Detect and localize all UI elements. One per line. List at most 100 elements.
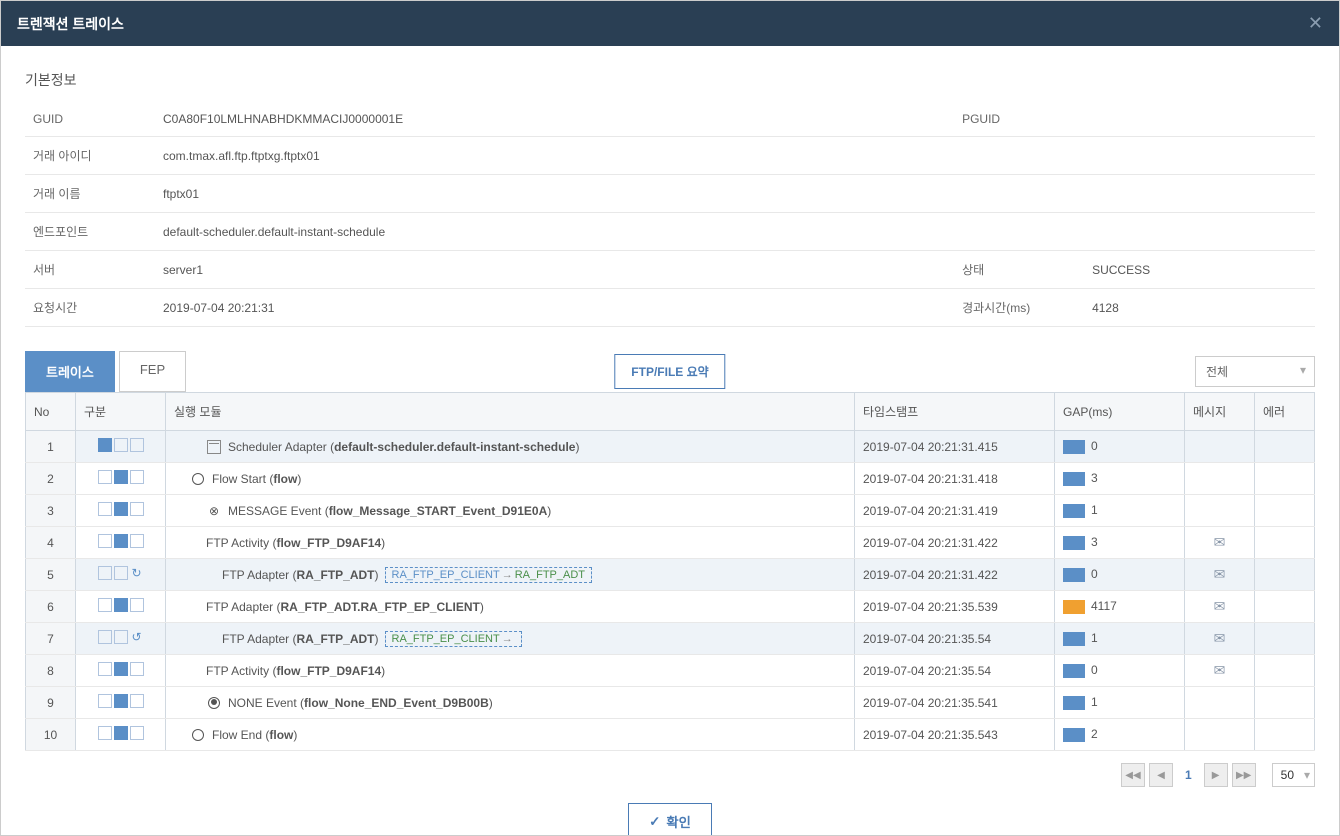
module-link[interactable]: flow: [269, 728, 293, 742]
col-error[interactable]: 에러: [1255, 393, 1315, 431]
box-icon: [114, 630, 128, 644]
row-err: [1255, 431, 1315, 463]
page-next-button[interactable]: ▶: [1204, 763, 1228, 787]
tabs: 트레이스 FEP: [25, 351, 186, 392]
box-icon: [130, 598, 144, 612]
module-link[interactable]: flow_None_END_Event_D9B00B: [304, 696, 489, 710]
flow-icon: [114, 534, 128, 548]
modal-header: 트렌잭션 트레이스 ✕: [1, 1, 1339, 46]
row-timestamp: 2019-07-04 20:21:31.415: [855, 431, 1055, 463]
module-link[interactable]: flow_FTP_D9AF14: [276, 664, 381, 678]
row-msg[interactable]: ✉: [1185, 655, 1255, 687]
row-msg[interactable]: ✉: [1185, 559, 1255, 591]
row-timestamp: 2019-07-04 20:21:35.543: [855, 719, 1055, 751]
arrow-out-icon: ↻: [130, 566, 144, 580]
gap-bar-icon: [1063, 504, 1085, 518]
col-timestamp[interactable]: 타임스탬프: [855, 393, 1055, 431]
box-icon: [130, 726, 144, 740]
row-module: FTP Activity ( flow_FTP_D9AF14 ): [166, 527, 855, 559]
module-link[interactable]: RA_FTP_ADT.RA_FTP_EP_CLIENT: [280, 600, 479, 614]
module-link[interactable]: flow_FTP_D9AF14: [276, 536, 381, 550]
row-msg[interactable]: ✉: [1185, 623, 1255, 655]
txname-value: ftptx01: [155, 175, 1315, 213]
module-link[interactable]: flow: [273, 472, 297, 486]
tab-trace[interactable]: 트레이스: [25, 351, 115, 392]
table-row[interactable]: 7 ↺ FTP Adapter ( RA_FTP_ADT ) RA_FTP_EP…: [26, 623, 1315, 655]
row-module: ⊗ MESSAGE Event ( flow_Message_START_Eve…: [166, 495, 855, 527]
row-err: [1255, 591, 1315, 623]
row-module: FTP Adapter ( RA_FTP_ADT ) RA_FTP_EP_CLI…: [166, 559, 855, 591]
modal-title: 트렌잭션 트레이스: [17, 14, 124, 34]
module-link[interactable]: default-scheduler.default-instant-schedu…: [334, 440, 575, 454]
col-no[interactable]: No: [26, 393, 76, 431]
status-value: SUCCESS: [1084, 251, 1315, 289]
endpoint-value: default-scheduler.default-instant-schedu…: [155, 213, 1315, 251]
row-gubun: [76, 431, 166, 463]
table-row[interactable]: 8 FTP Activity ( flow_FTP_D9AF14 ) 2019-…: [26, 655, 1315, 687]
reqtime-value: 2019-07-04 20:21:31: [155, 289, 954, 327]
page-last-button[interactable]: ▶▶: [1232, 763, 1256, 787]
row-module: Scheduler Adapter ( default-scheduler.de…: [166, 431, 855, 463]
table-row[interactable]: 9 NONE Event ( flow_None_END_Event_D9B00…: [26, 687, 1315, 719]
row-gubun: [76, 527, 166, 559]
row-timestamp: 2019-07-04 20:21:31.422: [855, 527, 1055, 559]
box-icon: [130, 694, 144, 708]
row-no: 8: [26, 655, 76, 687]
route-chip: RA_FTP_EP_CLIENT→: [385, 631, 522, 647]
gap-bar-icon: [1063, 632, 1085, 646]
box-icon: [130, 502, 144, 516]
col-gubun[interactable]: 구분: [76, 393, 166, 431]
table-row[interactable]: 10 Flow End ( flow ) 2019-07-04 20:21:35…: [26, 719, 1315, 751]
row-msg[interactable]: ✉: [1185, 527, 1255, 559]
page-first-button[interactable]: ◀◀: [1121, 763, 1145, 787]
pguid-label: PGUID: [954, 102, 1084, 137]
col-gap[interactable]: GAP(ms): [1055, 393, 1185, 431]
server-value: server1: [155, 251, 954, 289]
arrow-in-icon: ↺: [130, 630, 144, 644]
server-label: 서버: [25, 251, 155, 289]
box-icon: [114, 438, 128, 452]
module-link[interactable]: RA_FTP_ADT: [296, 568, 374, 582]
page-size-select[interactable]: 50: [1272, 763, 1315, 787]
endpoint-label: 엔드포인트: [25, 213, 155, 251]
row-gap: 3: [1055, 463, 1185, 495]
col-message[interactable]: 메시지: [1185, 393, 1255, 431]
table-row[interactable]: 3 ⊗ MESSAGE Event ( flow_Message_START_E…: [26, 495, 1315, 527]
table-row[interactable]: 4 FTP Activity ( flow_FTP_D9AF14 ) 2019-…: [26, 527, 1315, 559]
envelope-icon: ✉: [1214, 566, 1226, 582]
table-row[interactable]: 2 Flow Start ( flow ) 2019-07-04 20:21:3…: [26, 463, 1315, 495]
confirm-button[interactable]: ✓ 확인: [628, 803, 712, 835]
table-row[interactable]: 6 FTP Adapter ( RA_FTP_ADT.RA_FTP_EP_CLI…: [26, 591, 1315, 623]
row-gap: 1: [1055, 687, 1185, 719]
row-gap: 0: [1055, 431, 1185, 463]
page-prev-button[interactable]: ◀: [1149, 763, 1173, 787]
event-icon: ⊗: [206, 503, 222, 519]
envelope-icon: ✉: [1214, 534, 1226, 550]
filter-select[interactable]: 전체: [1195, 356, 1315, 387]
gap-bar-icon: [1063, 536, 1085, 550]
col-module[interactable]: 실행 모듈: [166, 393, 855, 431]
controls-row: 트레이스 FEP FTP/FILE 요약 전체: [25, 351, 1315, 392]
module-link[interactable]: flow_Message_START_Event_D91E0A: [329, 504, 548, 518]
flow-icon: [114, 470, 128, 484]
table-row[interactable]: 1 Scheduler Adapter ( default-scheduler.…: [26, 431, 1315, 463]
row-err: [1255, 623, 1315, 655]
row-msg[interactable]: ✉: [1185, 591, 1255, 623]
row-gap: 4117: [1055, 591, 1185, 623]
row-no: 5: [26, 559, 76, 591]
table-row[interactable]: 5 ↻ FTP Adapter ( RA_FTP_ADT ) RA_FTP_EP…: [26, 559, 1315, 591]
gap-bar-icon: [1063, 600, 1085, 614]
row-msg: [1185, 463, 1255, 495]
tab-fep[interactable]: FEP: [119, 351, 186, 392]
row-no: 4: [26, 527, 76, 559]
row-gubun: [76, 591, 166, 623]
row-module: FTP Adapter ( RA_FTP_ADT ) RA_FTP_EP_CLI…: [166, 623, 855, 655]
ftp-file-summary-button[interactable]: FTP/FILE 요약: [614, 354, 725, 389]
box-icon: [98, 470, 112, 484]
module-link[interactable]: RA_FTP_ADT: [296, 632, 374, 646]
gap-bar-icon: [1063, 472, 1085, 486]
basic-info-title: 기본정보: [25, 70, 1315, 90]
close-icon[interactable]: ✕: [1308, 13, 1323, 34]
row-module: FTP Activity ( flow_FTP_D9AF14 ): [166, 655, 855, 687]
txid-label: 거래 아이디: [25, 137, 155, 175]
